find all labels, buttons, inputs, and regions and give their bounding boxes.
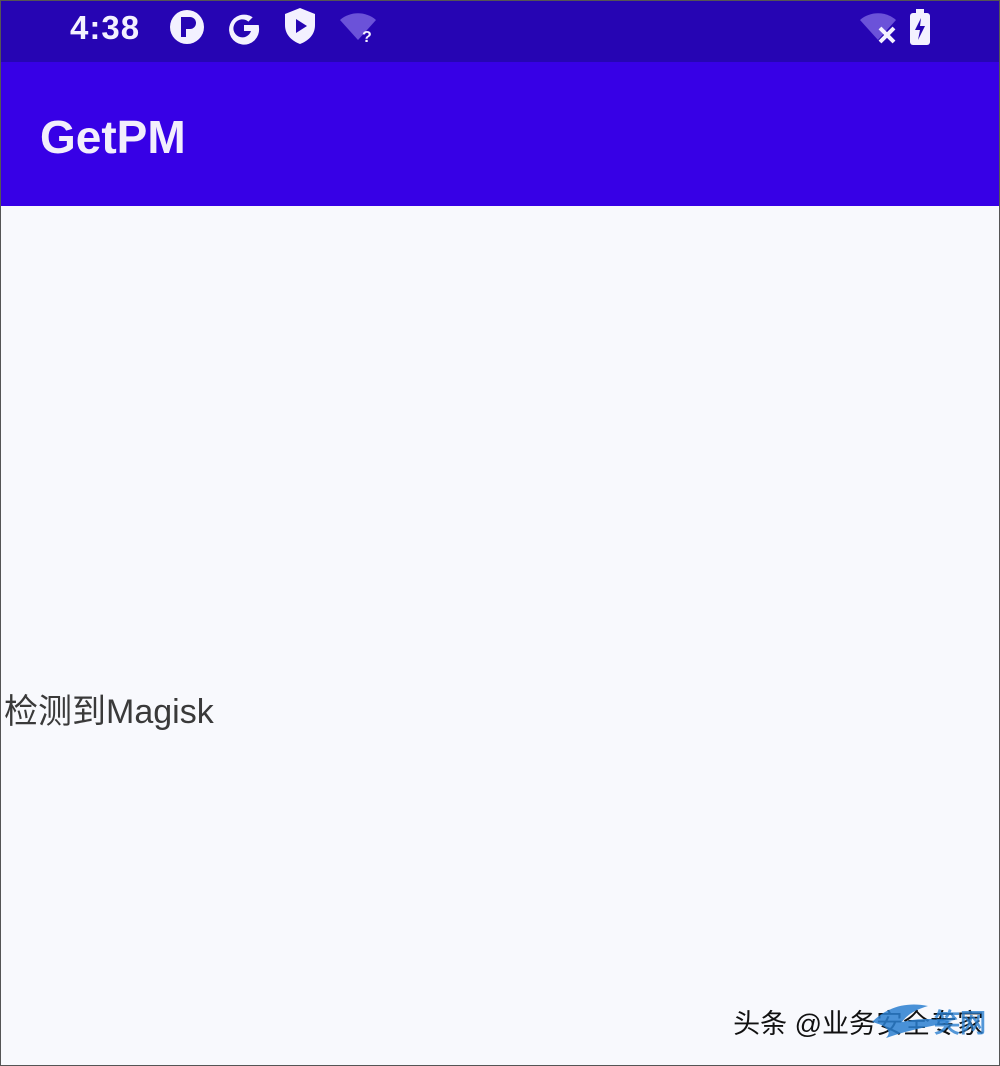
watermark: 头条 @业务安全专家 笑 网 [733, 1004, 986, 1044]
main-content: 检测到Magisk [0, 206, 1000, 1066]
p-badge-icon [170, 10, 204, 44]
wifi-off-icon [860, 13, 896, 44]
watermark-logo-icon: 笑 网 [872, 1004, 986, 1039]
status-time: 4:38 [70, 9, 141, 46]
wifi-question-icon: ? [340, 13, 376, 44]
app-title: GetPM [40, 111, 186, 163]
battery-icon [910, 9, 930, 45]
svg-text:笑: 笑 [934, 1008, 960, 1039]
svg-text:?: ? [362, 29, 372, 44]
google-g-icon [229, 14, 260, 45]
svg-text:网: 网 [960, 1009, 986, 1039]
shield-play-icon [285, 8, 315, 44]
app-bar: GetPM [0, 62, 1000, 206]
detection-result-text: 检测到Magisk [4, 693, 214, 731]
status-bar: 4:38 ? [0, 0, 1000, 62]
